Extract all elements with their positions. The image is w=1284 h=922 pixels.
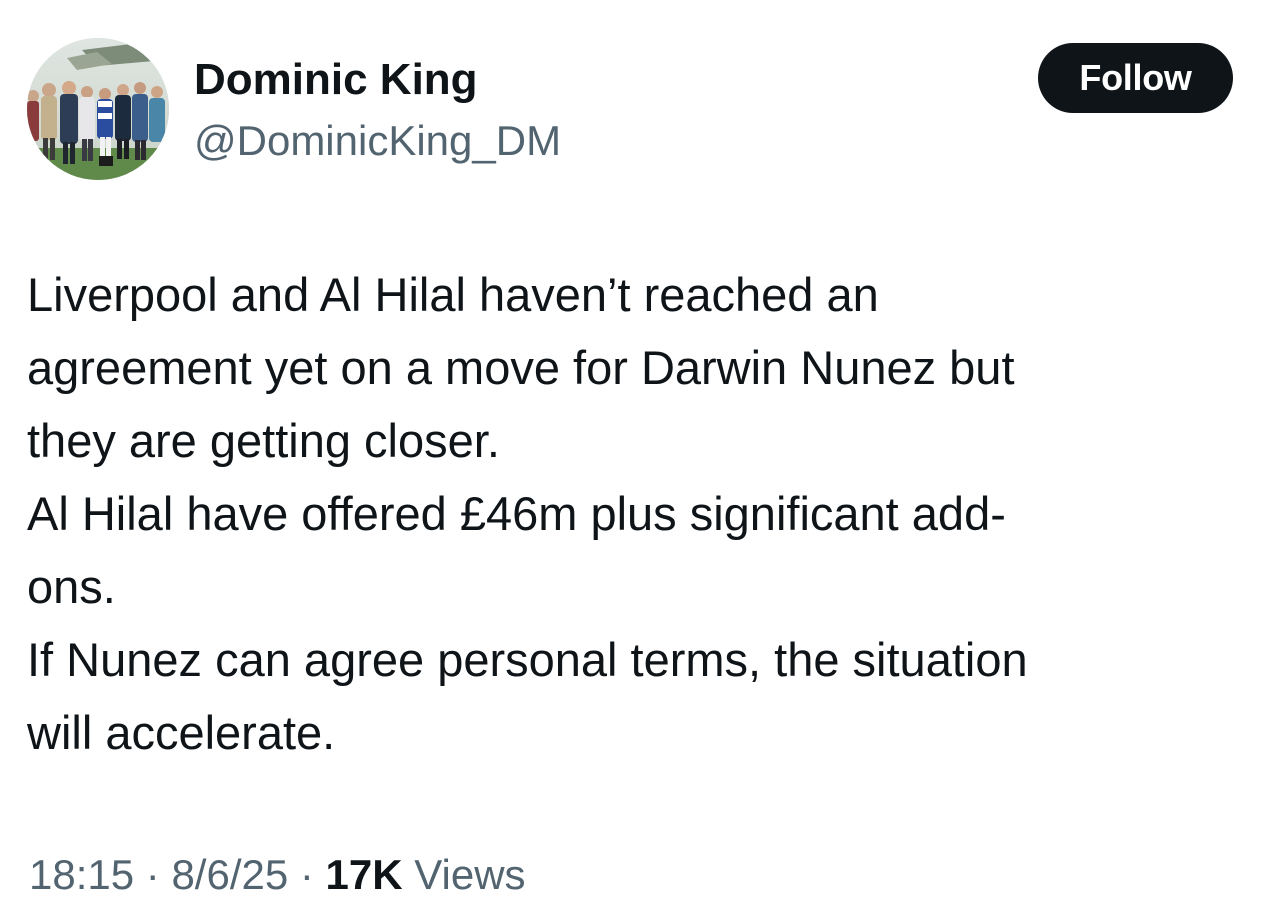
views-label: Views: [414, 851, 526, 898]
tweet-text-line: If Nunez can agree personal terms, the s…: [27, 633, 1028, 686]
tweet-text: Liverpool and Al Hilal haven’t reached a…: [27, 258, 1257, 769]
tweet-text-line: ons.: [27, 560, 116, 613]
views-count[interactable]: 17K: [326, 851, 403, 898]
tweet-text-line: Liverpool and Al Hilal haven’t reached a…: [27, 268, 879, 321]
tweet-text-line: they are getting closer.: [27, 414, 500, 467]
follow-button[interactable]: Follow: [1038, 43, 1233, 113]
tweet-time[interactable]: 18:15: [29, 851, 134, 898]
meta-separator: ·: [134, 851, 172, 898]
tweet-text-line: will accelerate.: [27, 706, 336, 759]
tweet-text-line: agreement yet on a move for Darwin Nunez…: [27, 341, 1015, 394]
author-handle[interactable]: @DominicKing_DM: [194, 118, 561, 164]
tweet-text-line: Al Hilal have offered £46m plus signific…: [27, 487, 1006, 540]
tweet-metadata: 18:15 · 8/6/25 · 17K Views: [29, 850, 526, 900]
author-display-name[interactable]: Dominic King: [194, 56, 478, 104]
profile-photo-icon: [27, 38, 169, 180]
tweet-date[interactable]: 8/6/25: [171, 851, 288, 898]
meta-separator: ·: [288, 851, 326, 898]
avatar[interactable]: [27, 38, 169, 180]
